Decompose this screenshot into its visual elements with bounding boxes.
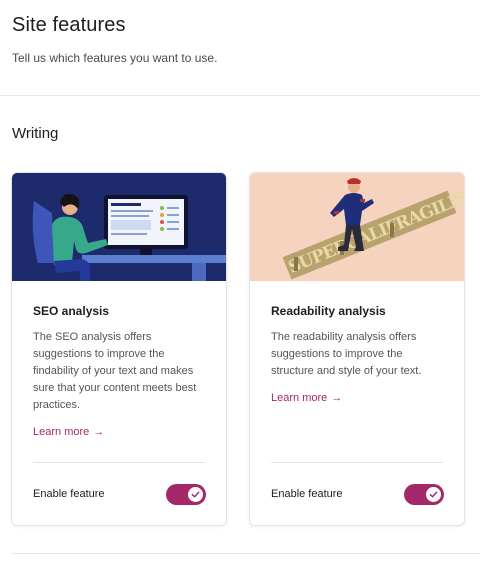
seo-enable-toggle[interactable] [166, 484, 206, 505]
readability-analysis-card: SUPERCALIFRAGILISTICEXPIALIDOCIOUS Reada… [249, 172, 465, 526]
readability-card-title: Readability analysis [271, 304, 386, 318]
readability-enable-label: Enable feature [271, 488, 343, 500]
readability-card-description: The readability analysis offers suggesti… [271, 331, 422, 377]
page-title: Site features [12, 14, 126, 36]
toggle-knob [426, 487, 441, 502]
checkmark-icon [191, 491, 200, 498]
learn-more-label: Learn more [33, 426, 90, 438]
page-subtitle: Tell us which features you want to use. [12, 51, 218, 65]
card-divider [271, 462, 443, 463]
checkmark-icon [429, 491, 438, 498]
card-divider [33, 462, 205, 463]
arrow-right-icon: → [93, 426, 105, 438]
seo-card-description: The SEO analysis offers suggestions to i… [33, 331, 197, 411]
seo-illustration [12, 173, 226, 281]
arrow-right-icon: → [331, 392, 343, 404]
toggle-knob [188, 487, 203, 502]
section-divider [11, 553, 480, 554]
seo-analysis-card: SEO analysis The SEO analysis offers sug… [11, 172, 227, 526]
readability-illustration: SUPERCALIFRAGILISTICEXPIALIDOCIOUS [250, 173, 464, 281]
learn-more-label: Learn more [271, 392, 328, 404]
seo-card-title: SEO analysis [33, 304, 110, 318]
readability-learn-more-link[interactable]: Learn more → [271, 392, 342, 404]
section-title: Writing [12, 125, 59, 142]
seo-enable-label: Enable feature [33, 488, 105, 500]
header-divider [0, 95, 480, 96]
seo-learn-more-link[interactable]: Learn more → [33, 426, 104, 438]
readability-enable-toggle[interactable] [404, 484, 444, 505]
